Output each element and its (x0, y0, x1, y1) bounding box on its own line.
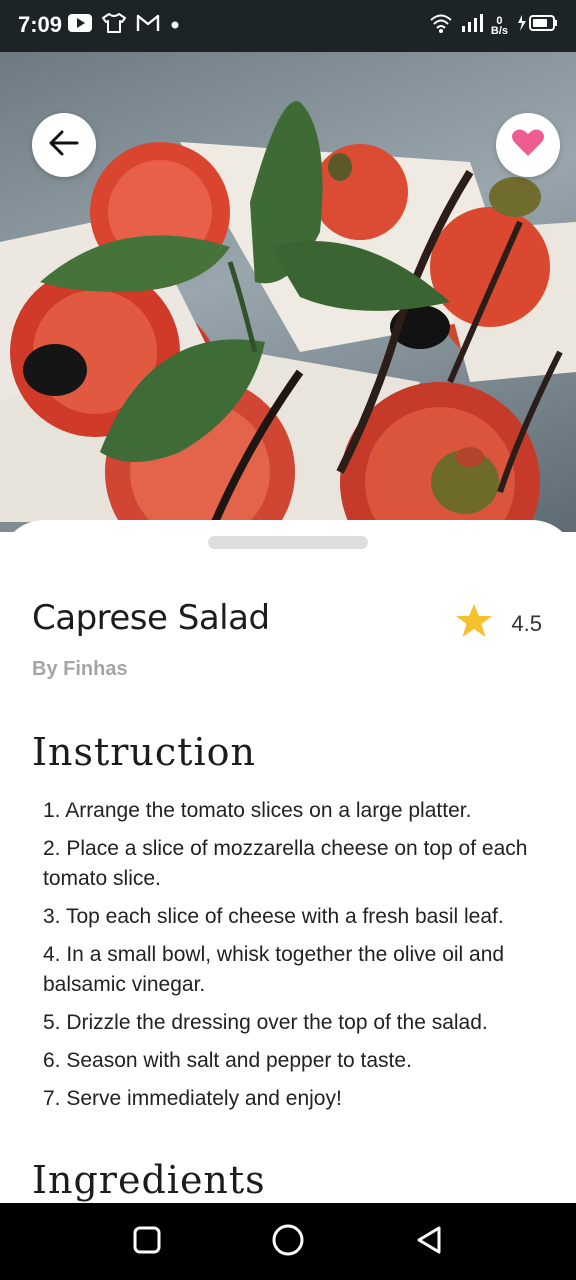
back-button[interactable] (32, 113, 96, 177)
rating-value: 4.5 (511, 610, 542, 636)
instruction-step: 6. Season with salt and pepper to taste. (43, 1049, 412, 1072)
recipe-details-sheet[interactable]: Caprese Salad 4.5 By Finhas Instruction … (0, 520, 576, 1203)
instruction-step: 7. Serve immediately and enjoy! (43, 1087, 342, 1110)
home-icon[interactable] (271, 1223, 305, 1262)
star-icon (455, 603, 493, 644)
recipe-title: Caprese Salad (32, 598, 270, 638)
rating: 4.5 (455, 603, 542, 644)
battery-charging-icon (516, 13, 558, 38)
instruction-step: 1. Arrange the tomato slices on a large … (43, 799, 472, 822)
tshirt-icon (102, 13, 126, 38)
instruction-step: 3. Top each slice of cheese with a fresh… (43, 905, 504, 928)
instruction-list: 1. Arrange the tomato slices on a large … (43, 796, 543, 1122)
drag-handle[interactable] (208, 536, 368, 549)
recipe-author: By Finhas (32, 658, 128, 680)
signal-icon (461, 13, 483, 38)
data-speed-icon: 0 B/s (490, 14, 508, 37)
navigation-bar (0, 1203, 576, 1280)
notification-icons (68, 13, 180, 38)
favorite-button[interactable] (496, 113, 560, 177)
recent-apps-icon[interactable] (132, 1225, 162, 1260)
instruction-step: 2. Place a slice of mozzarella cheese on… (43, 837, 528, 890)
data-speed-unit: B/s (490, 24, 508, 37)
gmail-icon (136, 14, 160, 37)
instruction-heading: Instruction (32, 730, 256, 774)
instruction-step: 4. In a small bowl, whisk together the o… (43, 943, 505, 996)
instruction-step: 5. Drizzle the dressing over the top of … (43, 1011, 488, 1034)
wifi-icon (429, 12, 453, 39)
system-icons: 0 B/s (429, 12, 558, 39)
status-time: 7:09 (18, 12, 63, 37)
arrow-left-icon (49, 130, 79, 161)
heart-icon (511, 128, 545, 163)
dot-icon (170, 17, 180, 35)
back-icon[interactable] (414, 1225, 444, 1260)
data-speed-value: 0 (496, 14, 503, 27)
youtube-icon (68, 14, 92, 37)
ingredients-heading: Ingredients (32, 1158, 266, 1202)
status-bar: 7:09 0 B/s (0, 0, 576, 52)
